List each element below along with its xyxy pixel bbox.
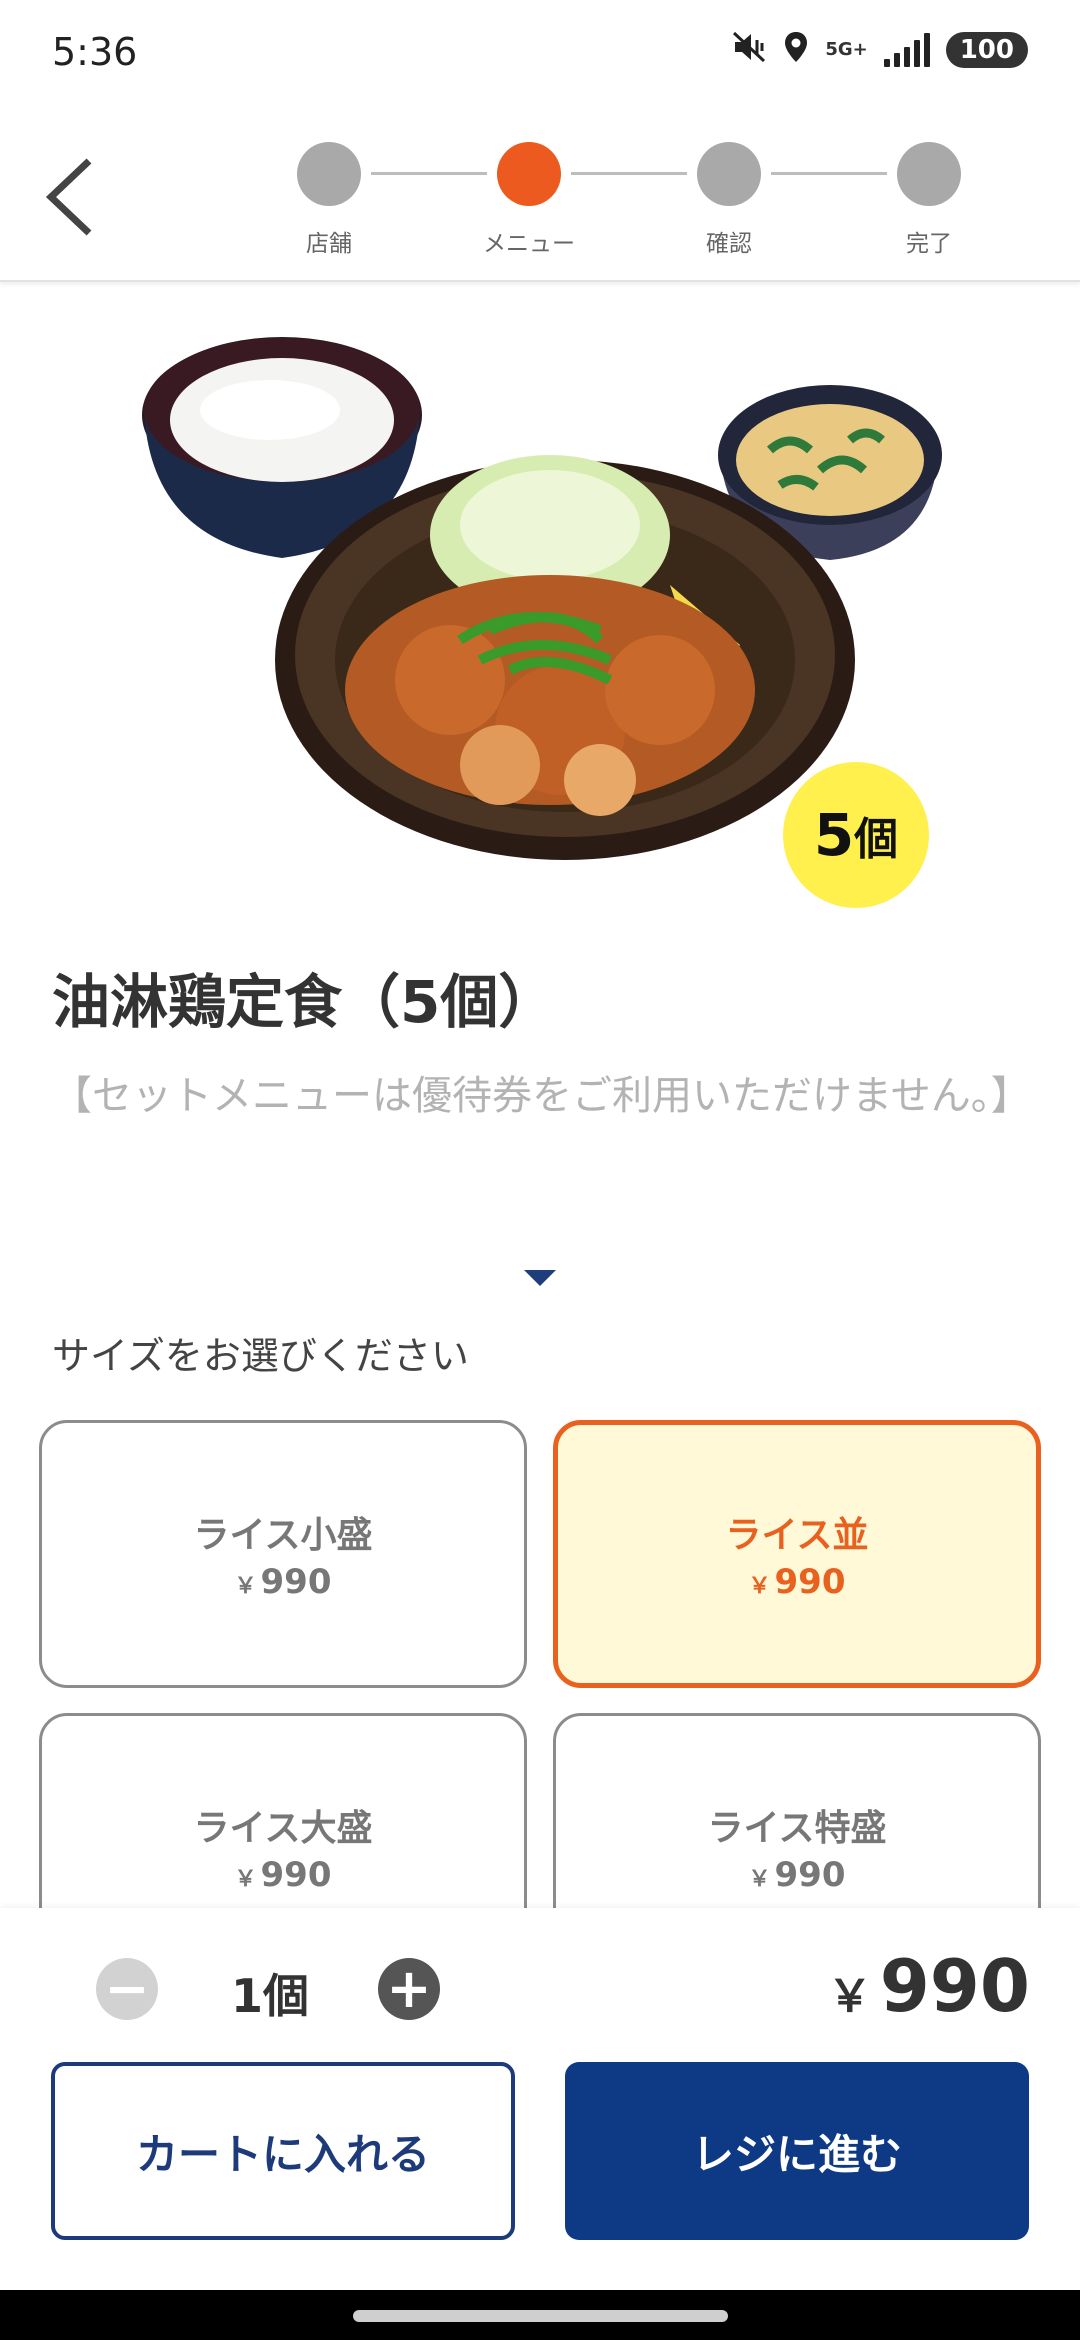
- page: 5:36 5G+ 100 店舗 メニュー 確認 完了 5 個 油淋鶏定食（5個）…: [0, 0, 1080, 2340]
- badge-number: 5: [813, 801, 855, 869]
- back-button[interactable]: [34, 152, 104, 242]
- step-complete: 完了: [849, 142, 1009, 258]
- step-confirm: 確認: [649, 142, 809, 258]
- status-bar: 5:36 5G+ 100: [0, 0, 1080, 110]
- size-option-name: ライス大盛: [193, 1808, 373, 1849]
- increase-quantity-button[interactable]: +: [378, 1958, 440, 2020]
- product-note: 【セットメニューは優待券をご利用いただけません。】: [52, 1073, 1031, 1119]
- order-panel: − 1個 + ￥ 990 カートに入れる レジに進む: [0, 1908, 1080, 2290]
- currency-symbol: ￥: [827, 1971, 872, 2022]
- step-dot: [697, 142, 761, 206]
- size-option-name: ライス並: [725, 1515, 869, 1556]
- checkout-button[interactable]: レジに進む: [565, 2062, 1029, 2240]
- add-to-cart-button[interactable]: カートに入れる: [51, 2062, 515, 2240]
- size-option-name: ライス小盛: [193, 1515, 373, 1556]
- step-label: 店舗: [306, 231, 352, 257]
- product-title: 油淋鶏定食（5個）: [52, 968, 557, 1036]
- expand-triangle-icon[interactable]: [524, 1270, 556, 1286]
- size-option-regular[interactable]: ライス並 ￥ 990: [553, 1420, 1041, 1688]
- mute-vibrate-icon: [731, 30, 767, 70]
- step-label: メニュー: [483, 231, 575, 257]
- status-icons: 5G+ 100: [731, 30, 1028, 70]
- size-option-small[interactable]: ライス小盛 ￥ 990: [39, 1420, 527, 1688]
- step-dot: [297, 142, 361, 206]
- location-icon: [783, 30, 809, 70]
- size-option-price: ￥ 990: [748, 1855, 846, 1895]
- step-store: 店舗: [249, 142, 409, 258]
- chevron-left-icon: [45, 158, 92, 236]
- decrease-quantity-button[interactable]: −: [96, 1958, 158, 2020]
- size-prompt: サイズをお選びください: [52, 1334, 469, 1378]
- quantity-value: 1個: [230, 1969, 309, 2023]
- step-menu: メニュー: [449, 142, 609, 258]
- total-amount: 990: [879, 1944, 1030, 2028]
- size-option-price: ￥ 990: [234, 1562, 332, 1602]
- step-dot-active: [497, 142, 561, 206]
- system-nav-bar: [0, 2290, 1080, 2340]
- step-dot: [897, 142, 961, 206]
- total-price: ￥ 990: [828, 1944, 1030, 2028]
- badge-unit: 個: [854, 814, 899, 865]
- step-label: 完了: [906, 231, 952, 257]
- battery-indicator: 100: [945, 31, 1028, 69]
- size-option-price: ￥ 990: [748, 1562, 846, 1602]
- piece-count-badge: 5個: [783, 762, 929, 908]
- size-option-name: ライス特盛: [707, 1808, 887, 1849]
- network-label: 5G+: [825, 39, 868, 61]
- status-time: 5:36: [52, 30, 138, 74]
- step-label: 確認: [706, 231, 752, 257]
- signal-icon: [883, 33, 930, 67]
- size-option-price: ￥ 990: [234, 1855, 332, 1895]
- step-header: 店舗 メニュー 確認 完了: [0, 110, 1080, 282]
- home-indicator[interactable]: [353, 2310, 728, 2322]
